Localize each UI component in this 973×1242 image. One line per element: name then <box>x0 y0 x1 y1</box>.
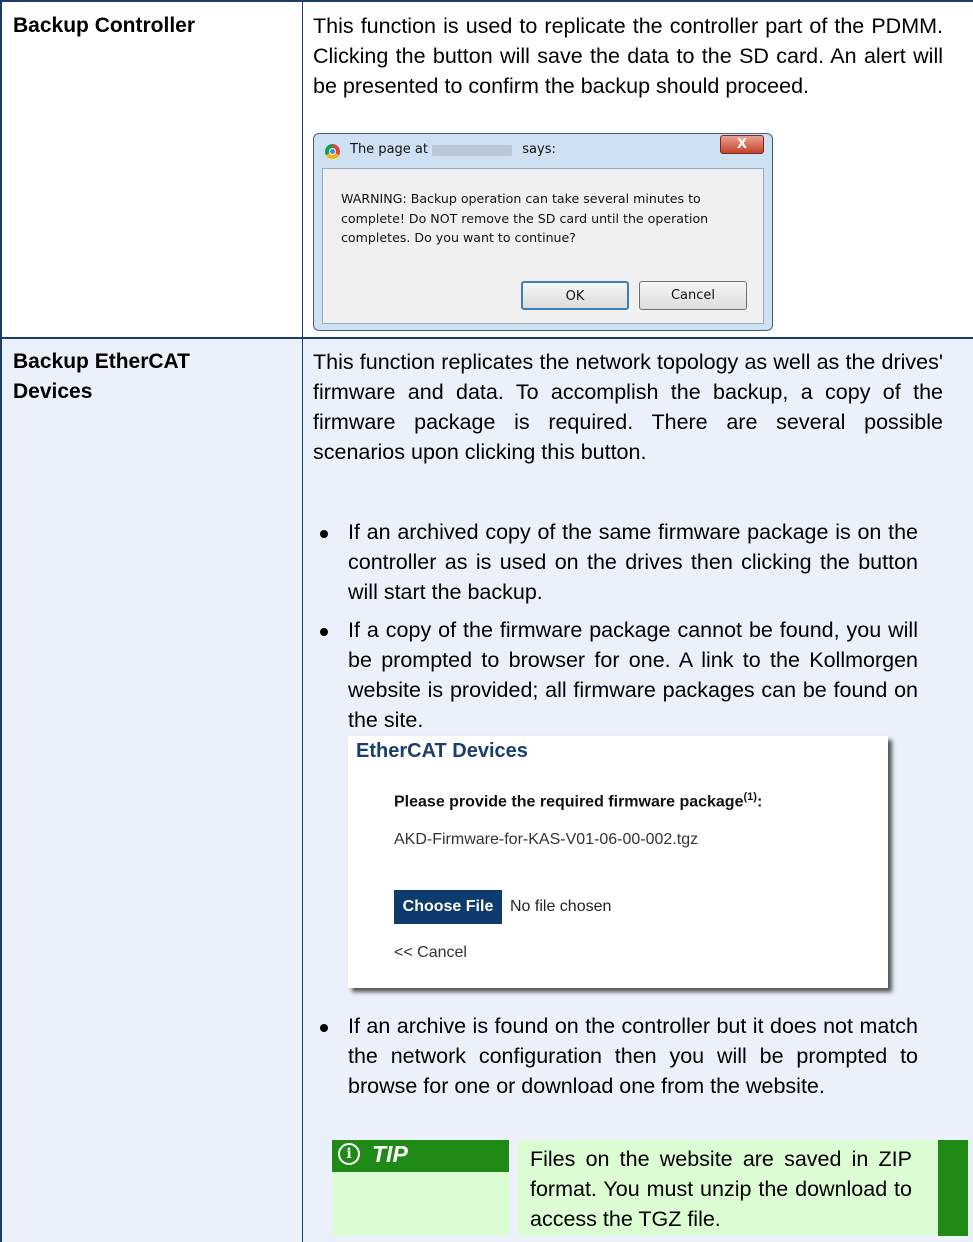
list-item: If a copy of the firmware package cannot… <box>348 618 918 732</box>
list-item: If an archived copy of the same firmware… <box>348 520 918 604</box>
cancel-link[interactable]: << Cancel <box>394 944 467 962</box>
firmware-prompt-text: Please provide the required firmware pac… <box>394 793 744 811</box>
dialog-message: WARNING: Backup operation can take sever… <box>341 191 709 245</box>
footnote-marker: (1) <box>743 791 757 803</box>
column-divider <box>302 0 303 1242</box>
tip-text: Files on the website are saved in ZIP fo… <box>530 1147 912 1231</box>
firmware-prompt: Please provide the required firmware pac… <box>394 791 762 811</box>
no-file-chosen-text: No file chosen <box>510 898 612 915</box>
function-table: Backup Controller This function is used … <box>0 0 973 1242</box>
tip-label: TIP <box>372 1141 408 1167</box>
description-backup-ethercat: This function replicates the network top… <box>313 350 943 464</box>
bullet-dot <box>320 530 328 538</box>
ethercat-devices-panel: EtherCAT Devices Please provide the requ… <box>348 736 888 988</box>
dialog-title-suffix: says: <box>522 142 556 157</box>
term-backup-controller: Backup Controller <box>13 14 196 37</box>
tip-badge: i TIP <box>332 1140 509 1172</box>
firmware-filename: AKD-Firmware-for-KAS-V01-06-00-002.tgz <box>394 831 699 848</box>
tip-side-bar <box>938 1140 968 1236</box>
prompt-colon: : <box>756 793 763 811</box>
dialog-body: WARNING: Backup operation can take sever… <box>322 168 764 324</box>
bullet-dot <box>320 628 328 636</box>
bullet-dot <box>320 1024 328 1032</box>
dialog-close-button[interactable]: X <box>720 135 764 154</box>
term-backup-ethercat: Backup EtherCAT Devices <box>13 350 190 403</box>
ok-button[interactable]: OK <box>521 281 629 310</box>
cancel-button[interactable]: Cancel <box>639 281 747 310</box>
ethercat-panel-title: EtherCAT Devices <box>356 740 528 762</box>
description-backup-controller: This function is used to replicate the c… <box>313 14 943 98</box>
list-item: If an archive is found on the controller… <box>348 1014 918 1098</box>
info-icon: i <box>338 1143 360 1165</box>
chrome-icon <box>325 144 340 159</box>
dialog-title-prefix: The page at <box>350 142 428 157</box>
redacted-address <box>432 145 512 156</box>
confirm-dialog: The page at says: X WARNING: Backup oper… <box>313 133 773 331</box>
choose-file-button[interactable]: Choose File <box>394 890 502 924</box>
